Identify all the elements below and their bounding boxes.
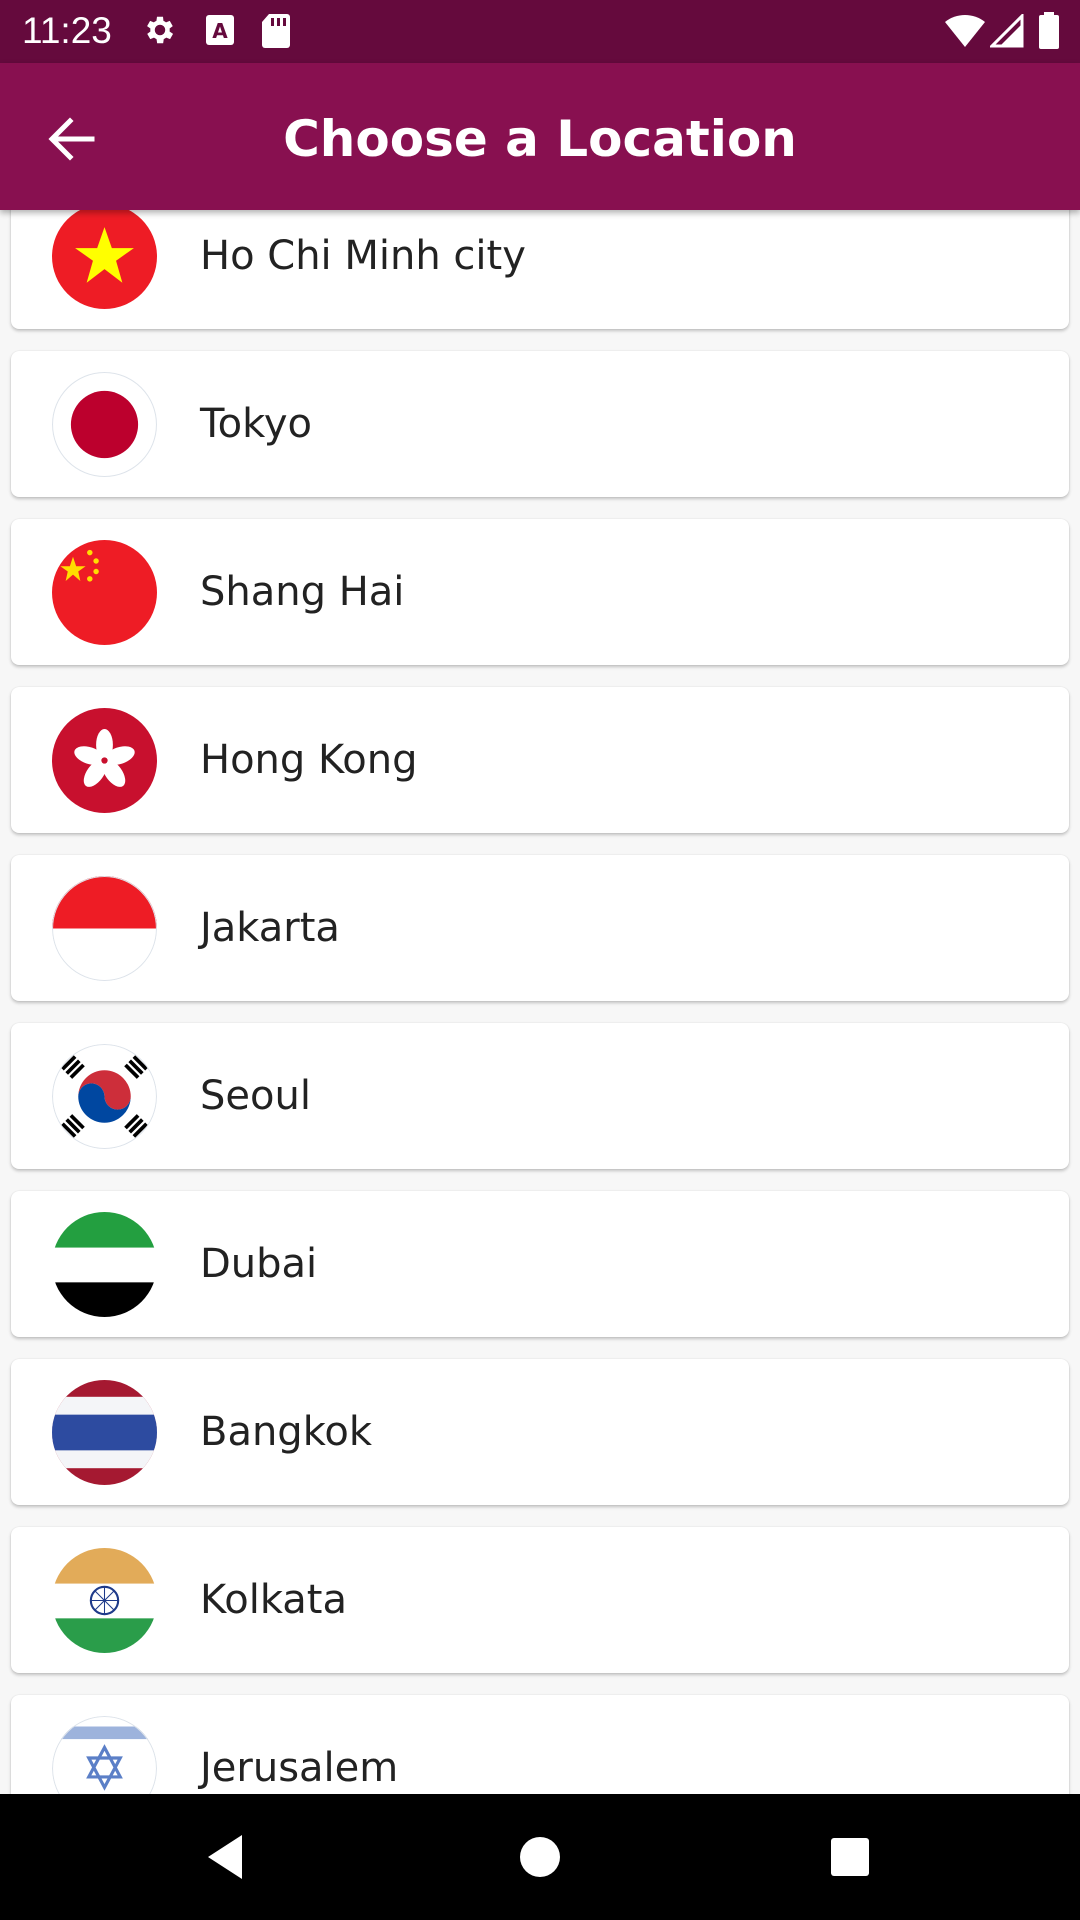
location-name: Jerusalem [200,1745,399,1791]
location-name: Hong Kong [200,737,418,783]
location-name: Seoul [200,1073,311,1119]
location-list[interactable]: Ho Chi Minh city Tokyo Shang Hai Hong Ko… [0,210,1080,1794]
location-item-kolkata[interactable]: Kolkata [11,1527,1069,1673]
location-item-seoul[interactable]: Seoul [11,1023,1069,1169]
location-item-jakarta[interactable]: Jakarta [11,855,1069,1001]
location-name: Dubai [200,1241,318,1287]
recents-square-icon [831,1838,869,1876]
location-item-ho-chi-minh-city[interactable]: Ho Chi Minh city [11,210,1069,329]
israel-flag-icon [52,1716,157,1794]
a-icon: A [204,12,236,52]
south-korea-flag-icon [52,1044,157,1149]
nav-home-button[interactable] [510,1827,570,1887]
location-item-hong-kong[interactable]: Hong Kong [11,687,1069,833]
location-item-tokyo[interactable]: Tokyo [11,351,1069,497]
wifi-icon [944,14,986,52]
location-name: Jakarta [200,905,340,951]
india-flag-icon [52,1548,157,1653]
app-bar: Choose a Location [0,63,1080,210]
battery-icon [1038,12,1060,54]
nav-recents-button[interactable] [820,1827,880,1887]
status-bar: 11:23 A [0,0,1080,63]
thailand-flag-icon [52,1380,157,1485]
back-triangle-icon [208,1835,242,1879]
vietnam-flag-icon [52,210,157,309]
location-name: Tokyo [200,401,312,447]
location-item-shang-hai[interactable]: Shang Hai [11,519,1069,665]
location-name: Kolkata [200,1577,347,1623]
signal-icon [988,12,1024,52]
location-name: Bangkok [200,1409,373,1455]
hong-kong-flag-icon [52,708,157,813]
location-item-jerusalem[interactable]: Jerusalem [11,1695,1069,1794]
svg-text:A: A [212,19,228,43]
uae-flag-icon [52,1212,157,1317]
navigation-bar [0,1794,1080,1920]
indonesia-flag-icon [52,876,157,981]
location-name: Ho Chi Minh city [200,233,526,279]
location-item-dubai[interactable]: Dubai [11,1191,1069,1337]
sd-card-icon [260,12,292,54]
status-time: 11:23 [22,10,112,51]
nav-back-button[interactable] [200,1827,260,1887]
japan-flag-icon [52,372,157,477]
location-item-bangkok[interactable]: Bangkok [11,1359,1069,1505]
gear-icon [142,12,178,52]
home-circle-icon [520,1837,560,1877]
china-flag-icon [52,540,157,645]
page-title: Choose a Location [283,110,797,168]
location-name: Shang Hai [200,569,405,615]
